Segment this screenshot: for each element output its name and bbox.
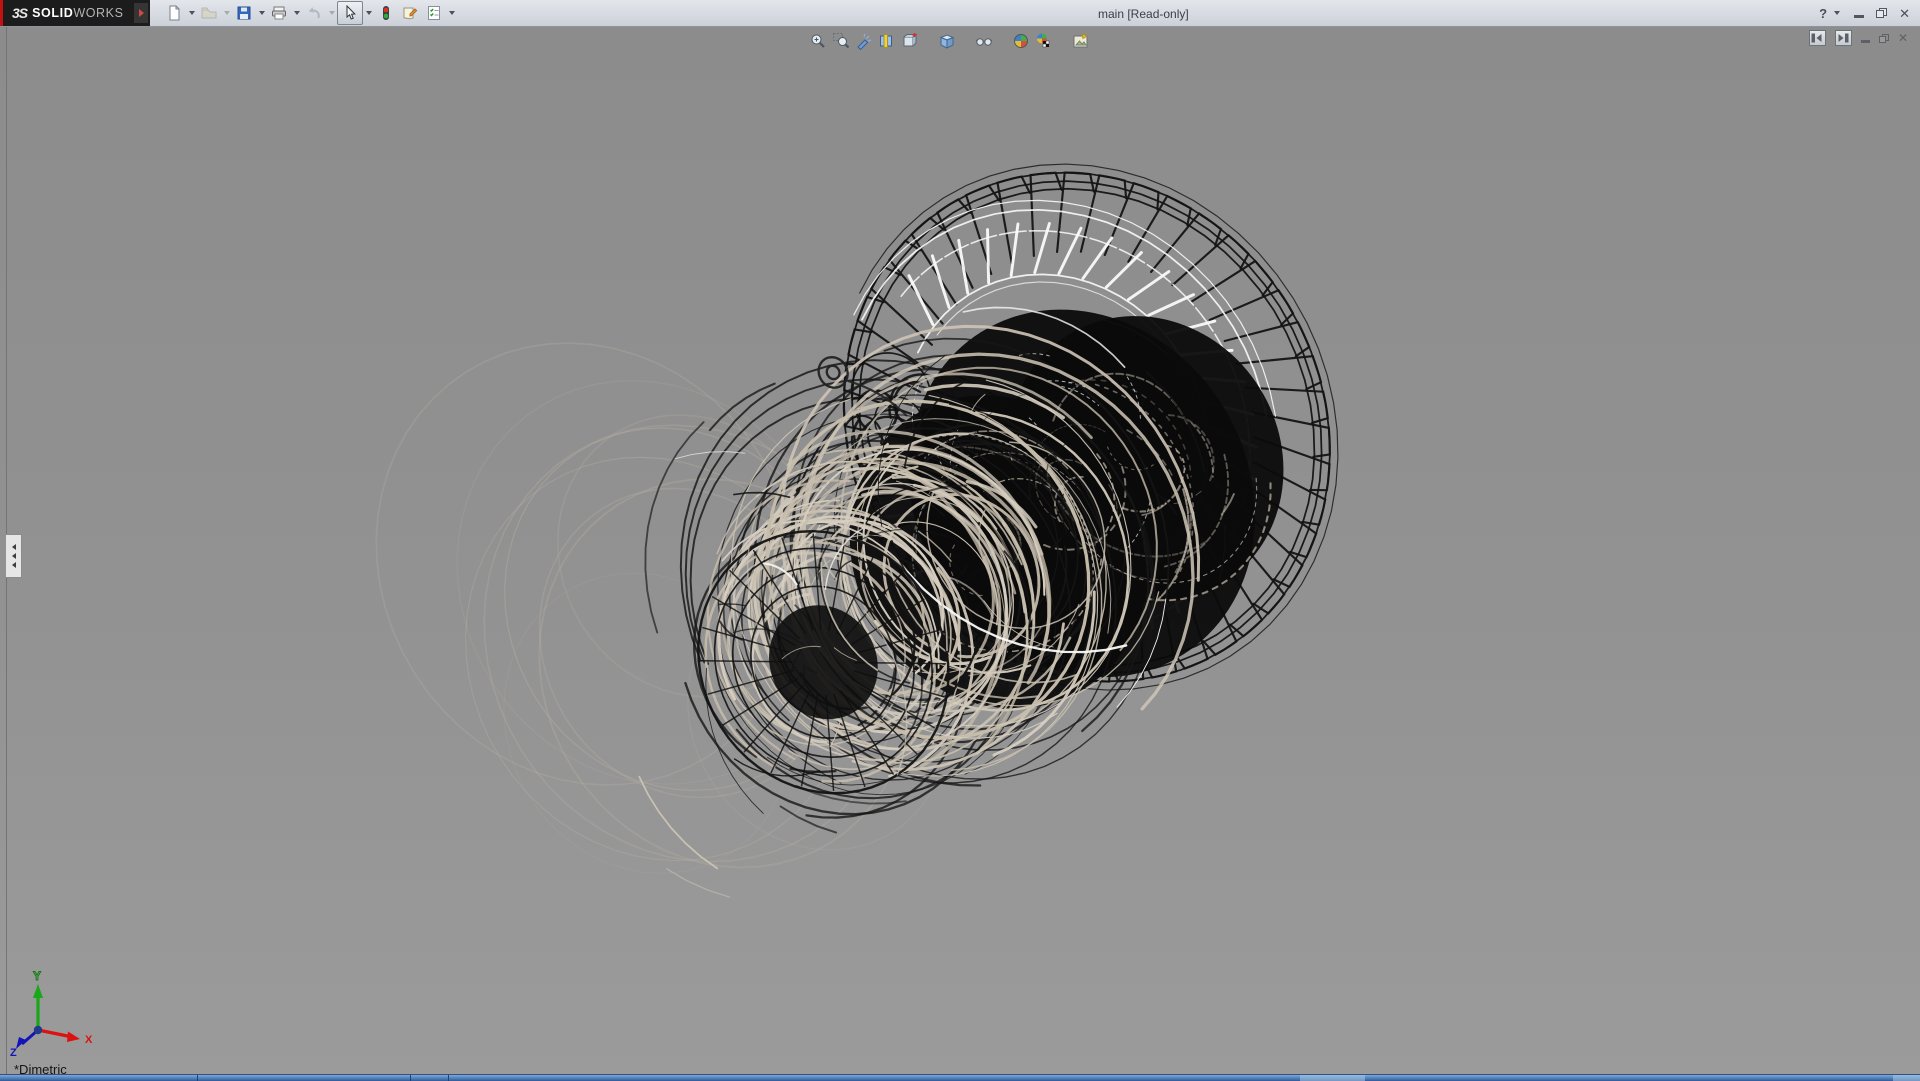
select-tool-button[interactable] (337, 1, 363, 25)
view-settings-button[interactable] (1069, 29, 1092, 52)
appearance-ball-icon (1012, 32, 1030, 50)
hide-show-items-button[interactable] (972, 29, 995, 52)
solidworks-glyph-icon: 3S (12, 5, 27, 21)
save-floppy-icon (236, 5, 252, 21)
close-button[interactable]: ✕ (1899, 7, 1910, 20)
undo-button[interactable] (302, 2, 326, 24)
triad-y-label: Y (33, 969, 41, 983)
taskbar-separator (197, 1075, 198, 1081)
menu-expand-button[interactable] (134, 3, 148, 23)
previous-view-icon (855, 32, 873, 50)
taskbar-separator (448, 1075, 449, 1081)
new-document-dropdown[interactable] (186, 2, 197, 24)
engine-wireframe-model[interactable] (0, 26, 1920, 1074)
minimize-button[interactable] (1854, 15, 1864, 18)
help-button[interactable]: ? (1819, 7, 1827, 20)
apply-scene-button[interactable] (1032, 29, 1055, 52)
edit-appearance-button[interactable] (1009, 29, 1032, 52)
feature-manager-splitter-tab[interactable] (6, 534, 22, 578)
triad-x-label: X (85, 1034, 93, 1046)
comment-note-icon (402, 5, 418, 21)
document-minimize-button[interactable] (1861, 40, 1870, 43)
zoom-to-area-button[interactable] (829, 29, 852, 52)
toolbar-separator (995, 29, 1009, 52)
panel-right-icon (1837, 33, 1849, 43)
traffic-light-icon (378, 5, 394, 21)
view-settings-icon (1072, 32, 1090, 50)
document-window-controls: ✕ (1809, 30, 1908, 46)
undo-arrow-icon (306, 5, 322, 21)
toggle-right-panel-button[interactable] (1835, 30, 1852, 46)
restore-button[interactable] (1876, 8, 1887, 18)
brand-text-solid: SOLID (32, 6, 73, 20)
section-view-button[interactable] (875, 29, 898, 52)
print-icon (271, 5, 287, 21)
collapse-arrow-icon (12, 562, 16, 568)
new-document-button[interactable] (162, 2, 186, 24)
panel-left-icon (1811, 33, 1823, 43)
brand-text-works: WORKS (73, 6, 123, 20)
options-button[interactable] (422, 2, 446, 24)
previous-view-button[interactable] (852, 29, 875, 52)
view-orientation-icon (901, 32, 919, 50)
toolbar-separator (958, 29, 972, 52)
heads-up-view-toolbar (806, 29, 1092, 52)
comment-button[interactable] (398, 2, 422, 24)
display-style-cube-icon (938, 32, 956, 50)
zoom-to-area-icon (832, 32, 850, 50)
triad-origin (34, 1026, 42, 1034)
open-folder-icon (201, 5, 217, 21)
new-document-icon (166, 5, 182, 21)
apply-scene-icon (1035, 32, 1053, 50)
document-close-button[interactable]: ✕ (1898, 32, 1908, 44)
toolbar-separator (1055, 29, 1069, 52)
glasses-icon (975, 32, 993, 50)
taskbar-separator (410, 1075, 411, 1081)
solidworks-logo: 3S SOLID WORKS (0, 0, 150, 26)
save-dropdown[interactable] (256, 2, 267, 24)
model-status-button[interactable] (374, 2, 398, 24)
document-restore-button[interactable] (1879, 34, 1889, 43)
open-dropdown[interactable] (221, 2, 232, 24)
taskbar-highlight (1893, 1075, 1920, 1081)
toggle-left-panel-button[interactable] (1809, 30, 1826, 46)
print-dropdown[interactable] (291, 2, 302, 24)
help-dropdown[interactable] (1831, 2, 1842, 24)
print-button[interactable] (267, 2, 291, 24)
triad-z-label: Z (10, 1047, 17, 1059)
triad-x-arrow (67, 1032, 80, 1043)
zoom-to-fit-icon (809, 32, 827, 50)
triad-y-arrow (33, 984, 43, 998)
collapse-arrow-icon (12, 544, 16, 550)
title-bar: 3S SOLID WORKS (0, 0, 1920, 27)
toolbar-separator (921, 29, 935, 52)
select-cursor-icon (342, 5, 358, 21)
options-checklist-icon (426, 5, 442, 21)
select-tool-dropdown[interactable] (363, 2, 374, 24)
document-title: main [Read-only] (1098, 7, 1189, 21)
undo-dropdown[interactable] (326, 2, 337, 24)
taskbar-highlight (1300, 1075, 1365, 1081)
options-dropdown[interactable] (446, 2, 457, 24)
orientation-triad: Y X Z (0, 950, 100, 1070)
display-style-button[interactable] (935, 29, 958, 52)
logo-red-stripe (0, 0, 3, 26)
window-controls: ? ✕ (1819, 0, 1910, 26)
save-button[interactable] (232, 2, 256, 24)
collapse-arrow-icon (12, 553, 16, 559)
view-orientation-button[interactable] (898, 29, 921, 52)
graphics-viewport[interactable]: ✕ Y X Z *Dimetric (0, 26, 1920, 1074)
open-button[interactable] (197, 2, 221, 24)
section-view-icon (878, 32, 896, 50)
zoom-to-fit-button[interactable] (806, 29, 829, 52)
standard-toolbar (162, 0, 457, 26)
expand-arrow-icon (139, 9, 144, 17)
